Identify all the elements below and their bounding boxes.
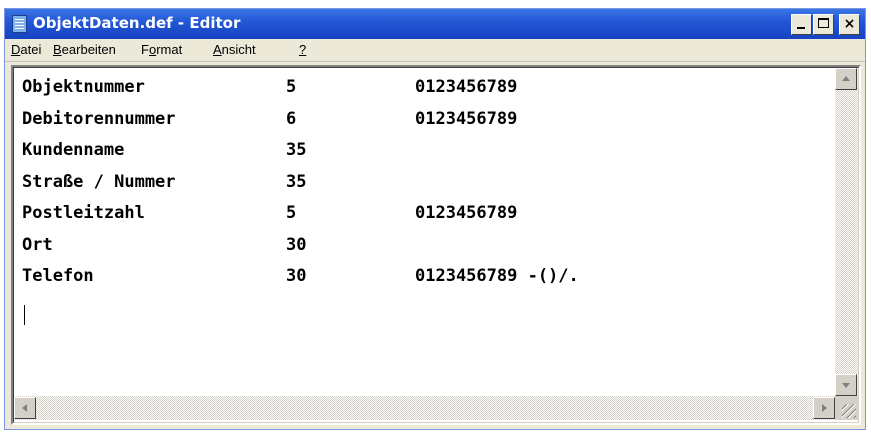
resize-grip-icon[interactable] (835, 396, 858, 420)
window-title: ObjektDaten.def - Editor (33, 14, 241, 32)
allowed-chars: 0123456789 (415, 77, 518, 97)
field-length: 30 (286, 234, 307, 255)
minimize-button[interactable] (791, 14, 812, 35)
field-name: Telefon (22, 266, 94, 286)
close-button[interactable]: × (839, 14, 860, 35)
field-name: Objektnummer (22, 77, 145, 97)
field-length: 5 (286, 77, 297, 97)
maximize-button[interactable] (813, 14, 834, 35)
text-editor[interactable]: Objektnummer 5 0123456789 Debitorennummer 6… (11, 65, 861, 425)
scroll-left-button[interactable] (14, 397, 36, 419)
field-length: 5 (286, 203, 297, 223)
allowed-chars: 0123456789 -()/. (415, 266, 579, 286)
arrow-down-icon (842, 383, 850, 388)
menu-help[interactable]: ? (299, 42, 306, 57)
field-name: Postleitzahl (22, 203, 145, 223)
field-length: 30 (286, 266, 307, 286)
horizontal-scrollbar[interactable] (14, 396, 835, 420)
scroll-up-button[interactable] (835, 68, 857, 90)
arrow-right-icon (822, 404, 827, 412)
field-name: Ort (22, 234, 53, 255)
menu-bar: Datei Bearbeiten Format Ansicht ? (5, 39, 865, 62)
vertical-scrollbar[interactable] (835, 68, 858, 396)
menu-ansicht[interactable]: Ansicht (213, 42, 256, 57)
text-caret (24, 305, 25, 325)
field-name: Kundenname (22, 140, 125, 160)
allowed-chars: 0123456789 (415, 203, 518, 223)
scroll-right-button[interactable] (813, 397, 835, 419)
notepad-icon[interactable] (12, 15, 27, 33)
field-name: Straße / Nummer (22, 171, 176, 192)
arrow-left-icon (22, 404, 27, 412)
editor-frame: Objektnummer 5 0123456789 Debitorennummer 6… (13, 67, 859, 423)
field-name: Debitorennummer (22, 108, 176, 129)
allowed-chars: 0123456789 (415, 108, 518, 129)
editor-window: ObjektDaten.def - Editor × Datei Bearbei… (4, 8, 866, 430)
menu-format[interactable]: Format (141, 42, 182, 57)
arrow-up-icon (842, 76, 850, 81)
scroll-down-button[interactable] (835, 374, 857, 396)
menu-bearbeiten[interactable]: Bearbeiten (53, 42, 116, 57)
menu-datei[interactable]: Datei (11, 42, 41, 57)
minimize-icon (797, 27, 805, 29)
maximize-icon (818, 18, 829, 28)
field-length: 6 (286, 108, 297, 129)
title-bar[interactable]: ObjektDaten.def - Editor × (5, 9, 865, 39)
field-length: 35 (286, 171, 307, 192)
field-length: 35 (286, 140, 307, 160)
close-icon: × (843, 16, 856, 32)
